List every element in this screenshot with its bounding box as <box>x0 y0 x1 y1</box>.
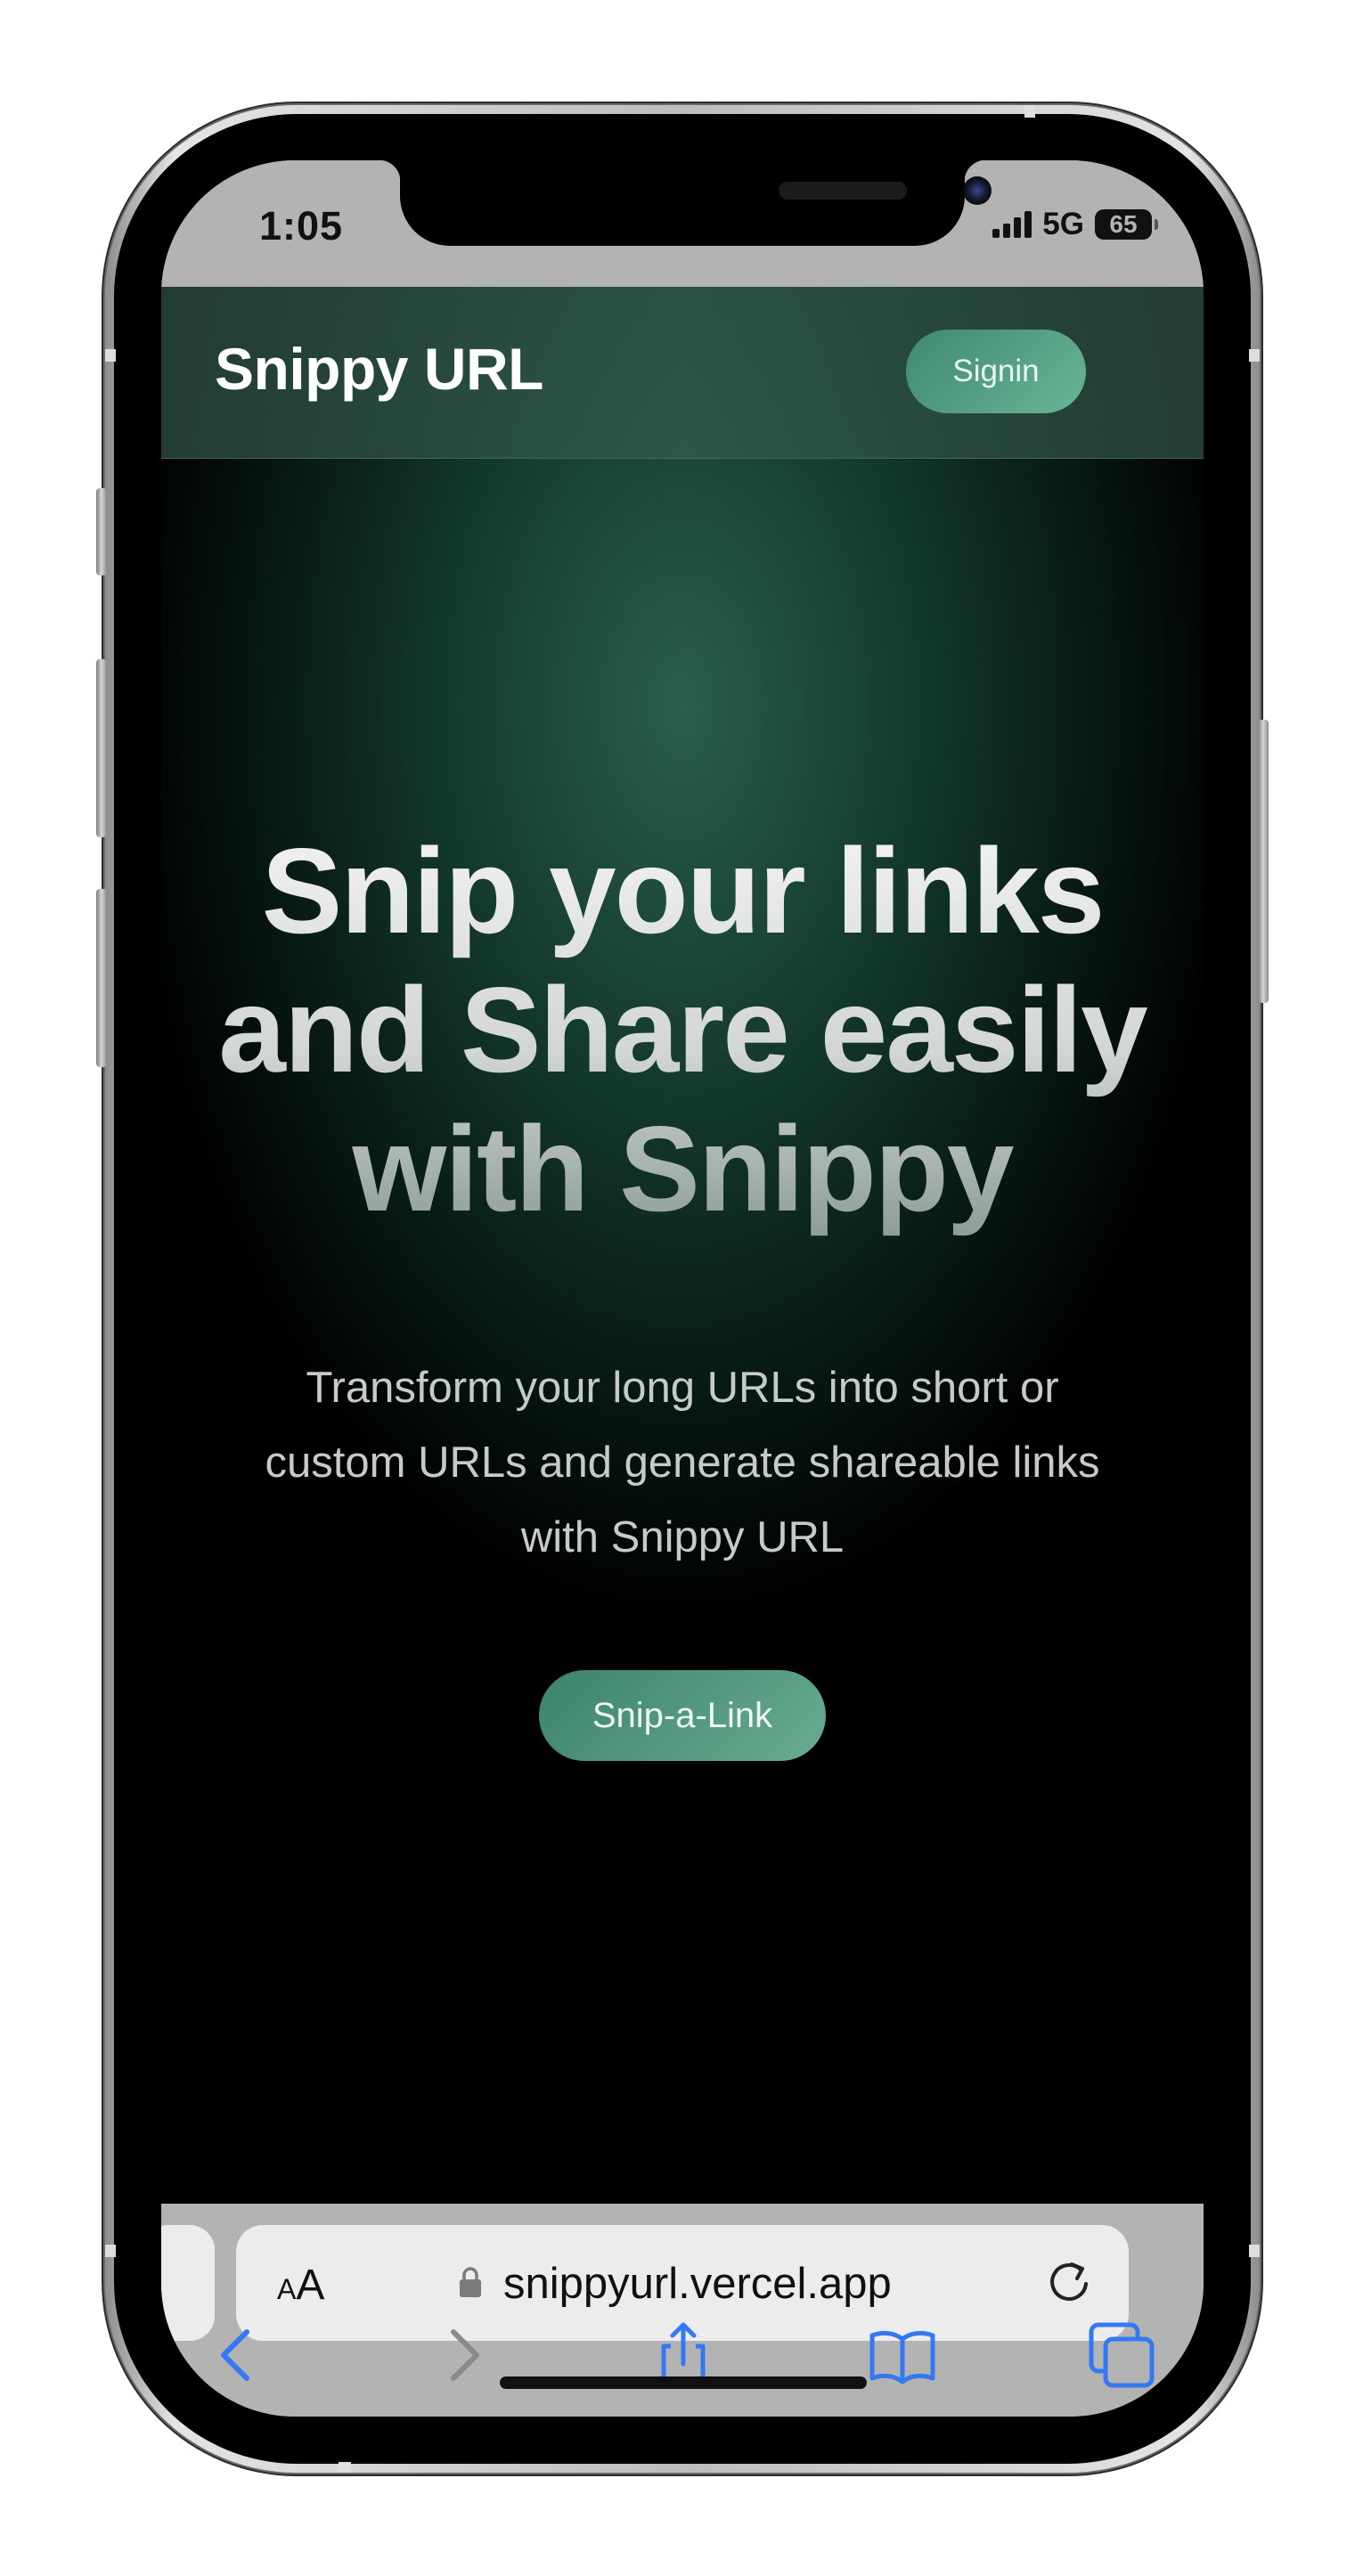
status-icons: 5G 65 <box>992 207 1158 242</box>
volume-up-button <box>96 659 107 837</box>
web-page: Snippy URL Signin Snip your links and Sh… <box>161 287 1204 2204</box>
battery-icon: 65 <box>1095 209 1158 240</box>
hero-subtitle: Transform your long URLs into short or c… <box>265 1364 1100 1561</box>
phone-screen: 1:05 5G 65 Snippy URL Signin Snip your l… <box>161 160 1204 2417</box>
action-button <box>96 488 107 575</box>
network-type: 5G <box>1042 207 1084 241</box>
hero-title-line: and Share easily <box>218 962 1147 1097</box>
snip-a-link-button[interactable]: Snip-a-Link <box>539 1670 826 1761</box>
tabs-icon[interactable] <box>1086 2319 1157 2391</box>
antenna-line <box>1024 105 1035 118</box>
volume-down-button <box>96 889 107 1067</box>
power-button <box>1258 720 1269 1003</box>
site-navbar: Snippy URL Signin <box>161 287 1204 459</box>
reload-icon[interactable] <box>1045 2257 1093 2307</box>
hero-title-line: with Snippy <box>352 1101 1013 1236</box>
lock-icon <box>460 2267 481 2297</box>
url-text[interactable]: snippyurl.vercel.app <box>503 2259 892 2309</box>
bookmarks-icon[interactable] <box>867 2319 938 2391</box>
hero-title: Snip your links and Share easily with Sn… <box>161 821 1204 1238</box>
antenna-line <box>105 349 116 362</box>
signin-button[interactable]: Signin <box>906 330 1086 413</box>
home-indicator[interactable] <box>500 2376 867 2389</box>
status-time: 1:05 <box>259 203 344 249</box>
antenna-line <box>105 2245 116 2257</box>
hero-title-line: Snip your links <box>261 823 1104 958</box>
front-camera-icon <box>963 176 992 205</box>
antenna-line <box>1249 349 1260 362</box>
text-size-button[interactable]: AA <box>277 2261 324 2310</box>
back-icon[interactable] <box>204 2319 275 2391</box>
forward-icon[interactable] <box>425 2319 496 2391</box>
notch <box>379 160 992 246</box>
cellular-signal-icon <box>992 211 1032 238</box>
antenna-line <box>1249 2245 1260 2257</box>
antenna-line <box>339 2462 351 2473</box>
brand-logo-text[interactable]: Snippy URL <box>215 335 544 403</box>
battery-level: 65 <box>1109 210 1138 238</box>
earpiece-speaker <box>779 182 907 200</box>
